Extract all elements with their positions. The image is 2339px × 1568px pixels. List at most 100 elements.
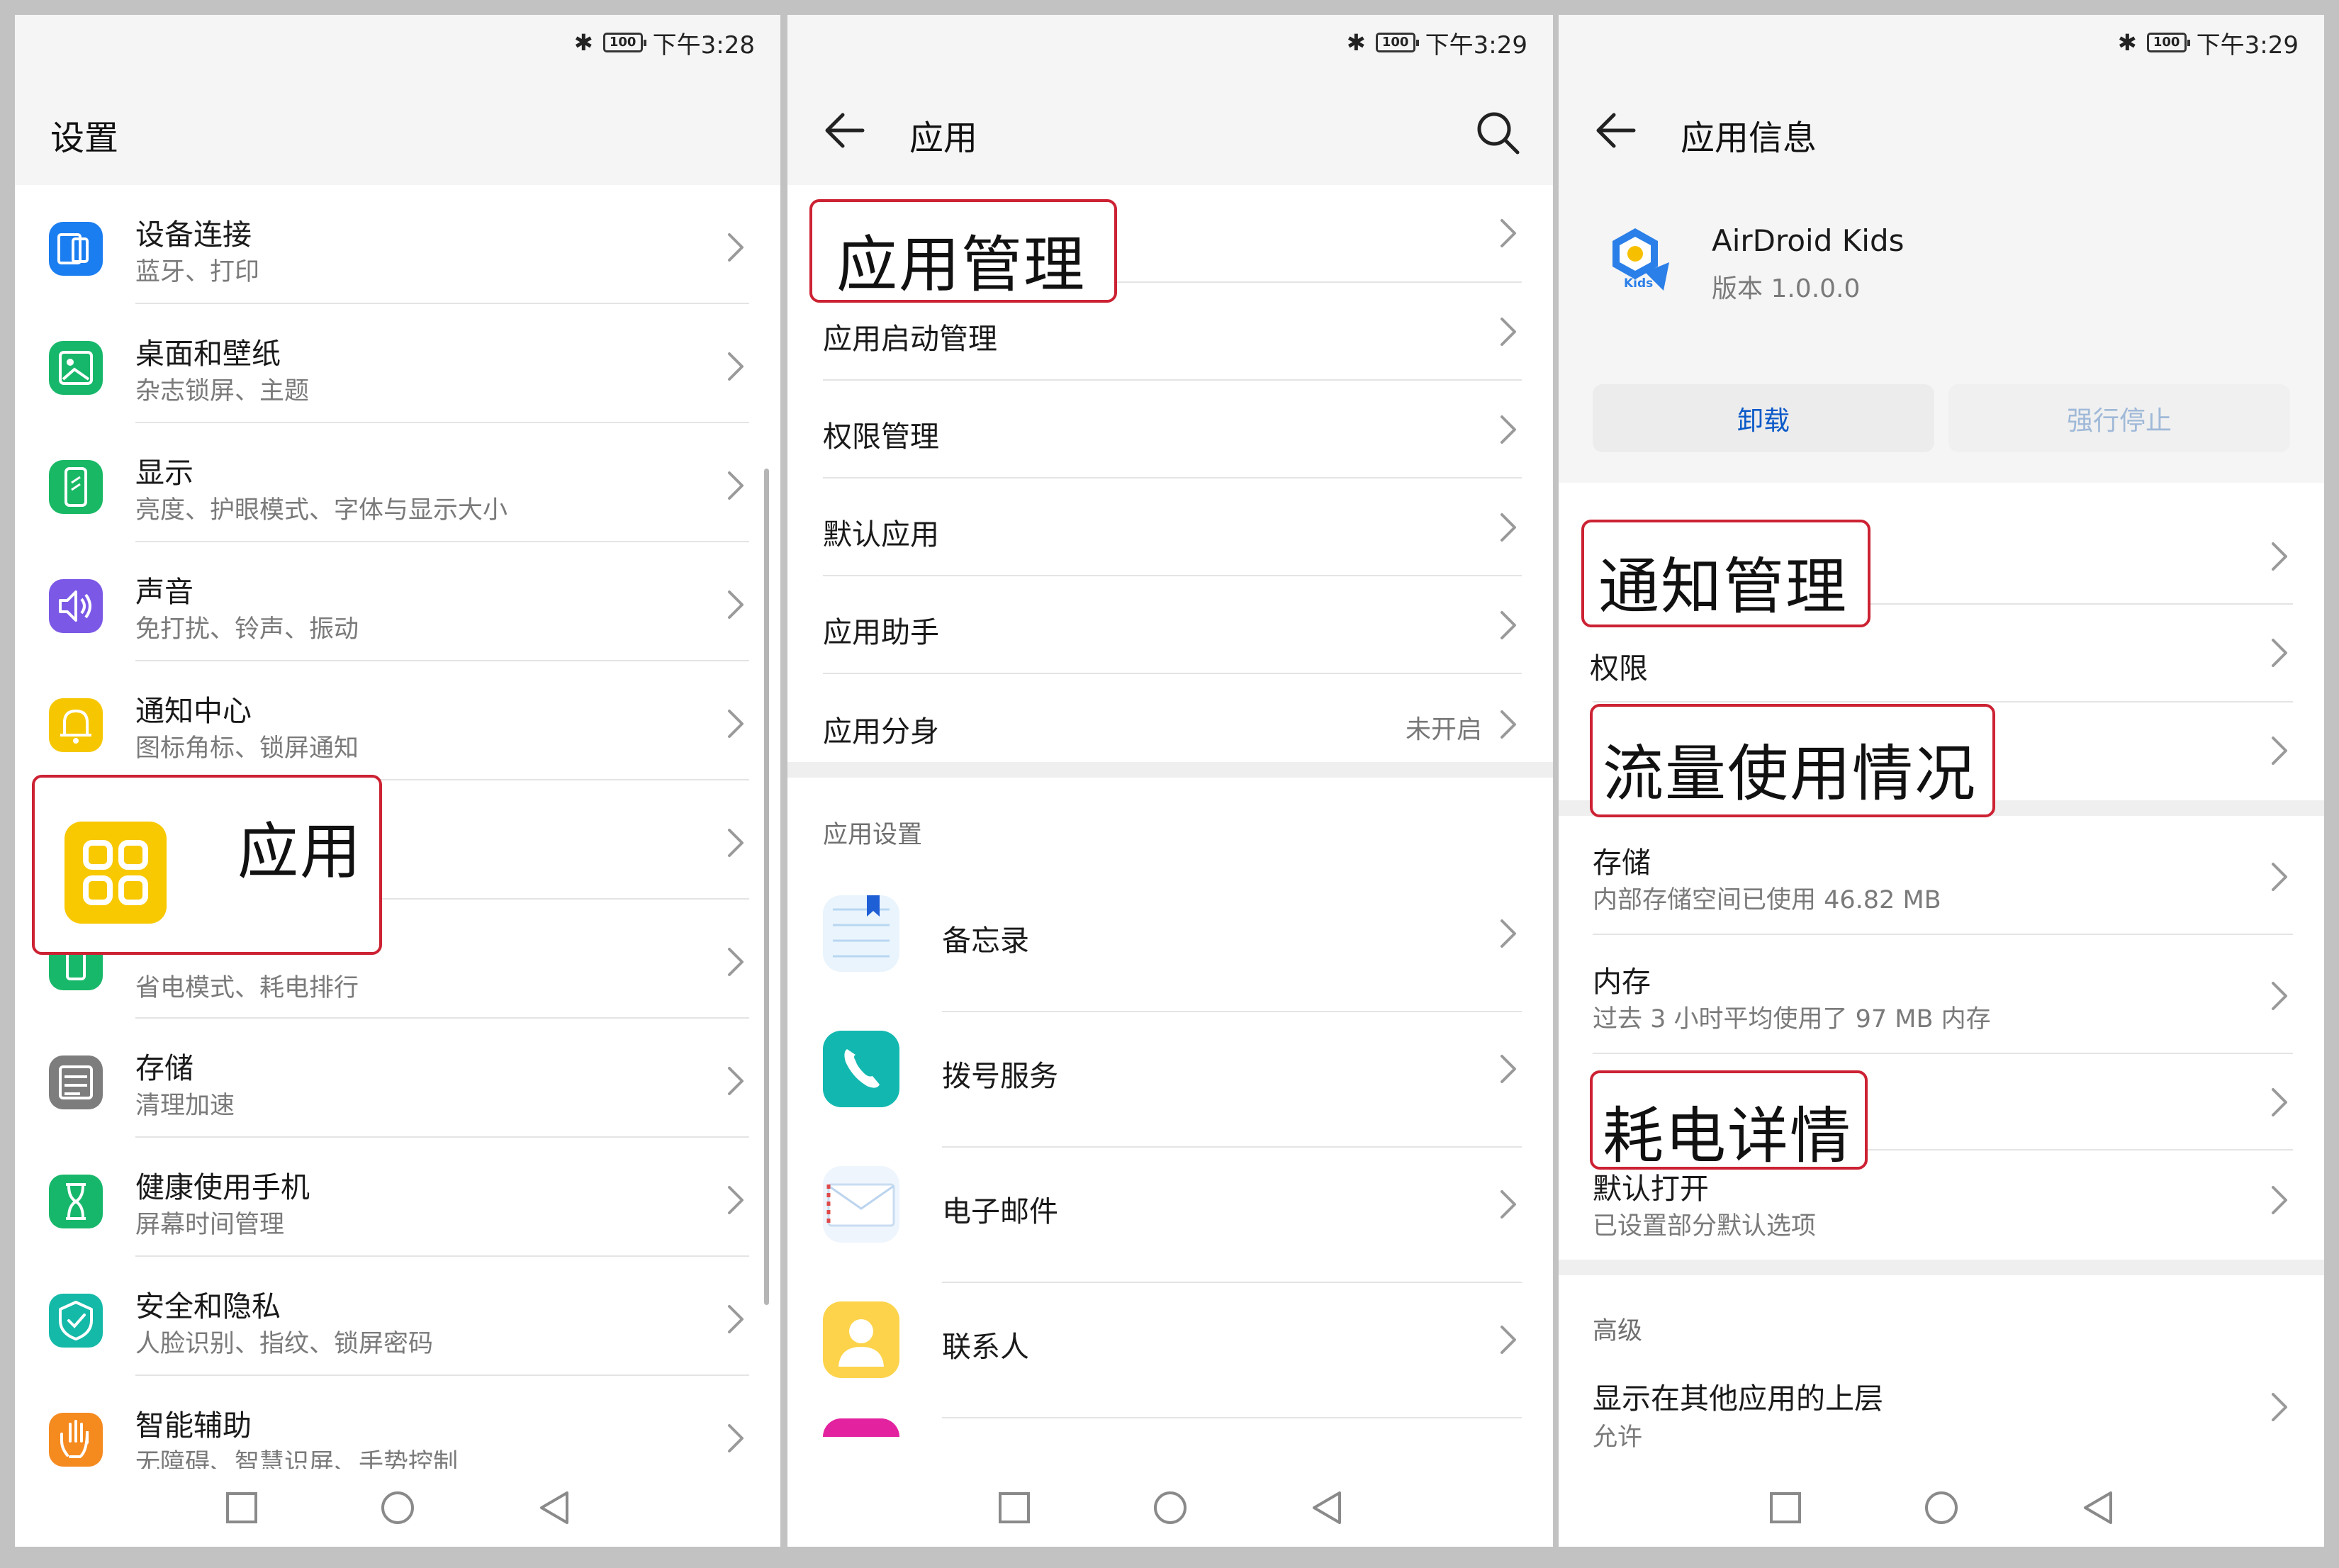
settings-item-title: 健康使用手机: [135, 1170, 310, 1204]
hand-icon: [49, 1413, 103, 1467]
overlay-permission-row[interactable]: 显示在其他应用的上层允许: [1559, 1362, 2324, 1475]
mail-icon: [823, 1166, 899, 1243]
settings-row[interactable]: 通知中心图标角标、锁屏通知: [15, 661, 780, 780]
logo-text: Kids: [1624, 276, 1654, 291]
settings-row[interactable]: 显示 亮度、护眼模式、字体与显示大小: [15, 423, 780, 542]
apps-grid-icon: [64, 822, 167, 924]
display-icon: [49, 460, 103, 514]
scrollbar[interactable]: [764, 469, 769, 1305]
app-summary: Kids AirDroid Kids 版本 1.0.0.0 卸载 强行停止: [1559, 185, 2324, 483]
recent-apps-icon[interactable]: [998, 1491, 1031, 1524]
chevron-right-icon: [1501, 1190, 1516, 1219]
app-list-title: 电子邮件: [942, 1194, 1058, 1228]
back-nav-icon[interactable]: [2081, 1490, 2114, 1525]
app-list-item[interactable]: 备忘录: [787, 877, 1553, 1012]
recent-apps-icon[interactable]: [225, 1491, 258, 1524]
home-icon[interactable]: [1152, 1490, 1188, 1525]
page-title: 应用信息: [1681, 118, 1817, 158]
wallpaper-icon: [49, 341, 103, 395]
recent-apps-icon[interactable]: [1769, 1491, 1802, 1524]
settings-item-subtitle: 人脸识别、指纹、锁屏密码: [135, 1330, 434, 1358]
apps-item-title: 默认应用: [823, 517, 939, 551]
callout-battery-details[interactable]: 耗电详情: [1590, 1070, 1868, 1172]
settings-item-subtitle: 免打扰、铃声、振动: [135, 615, 359, 644]
phone-icon: [823, 1031, 899, 1107]
callout-apps[interactable]: 应用: [32, 775, 382, 955]
app-list-item[interactable]: 联系人: [787, 1283, 1553, 1418]
settings-item-subtitle: 清理加速: [135, 1092, 235, 1120]
contacts-icon: [823, 1301, 899, 1378]
battery-indicator: 100: [602, 33, 646, 52]
overlay-title: 显示在其他应用的上层: [1593, 1382, 1883, 1416]
home-icon[interactable]: [1924, 1490, 1959, 1525]
settings-row[interactable]: 安全和隐私 人脸识别、指纹、锁屏密码: [15, 1257, 780, 1376]
settings-item-title: 智能辅助: [135, 1409, 252, 1443]
chevron-right-icon: [2272, 1088, 2287, 1116]
settings-row[interactable]: 声音免打扰、铃声、振动: [15, 542, 780, 661]
home-icon[interactable]: [380, 1490, 415, 1525]
chevron-right-icon: [728, 1067, 744, 1095]
settings-screen: ✱ 100 下午3:28 设置 设备连接 蓝牙、打印 桌面和壁纸 杂志锁屏、主题 显示亮…: [15, 15, 780, 1547]
back-nav-icon[interactable]: [537, 1490, 570, 1525]
chevron-right-icon: [728, 1305, 744, 1333]
storage-title: 存储: [1593, 846, 1651, 880]
chevron-right-icon: [728, 233, 744, 262]
memory-row[interactable]: 内存 过去 3 小时平均使用了 97 MB 内存: [1559, 935, 2324, 1054]
chevron-right-icon: [2272, 1186, 2287, 1214]
apps-item-title: 应用助手: [823, 615, 939, 649]
storage-row[interactable]: 存储内部存储空间已使用 46.82 MB: [1559, 816, 2324, 935]
settings-item-title: 声音: [135, 575, 193, 609]
settings-item-title: 存储: [135, 1051, 193, 1085]
storage-subtitle: 内部存储空间已使用 46.82 MB: [1593, 886, 1941, 914]
apps-item-title: 应用分身: [823, 715, 939, 749]
callout-app-management[interactable]: 应用管理: [809, 199, 1117, 303]
device-connection-icon: [49, 222, 103, 276]
app-list-title: 备忘录: [942, 924, 1029, 958]
overlay-subtitle: 允许: [1593, 1423, 1643, 1452]
back-nav-icon[interactable]: [1310, 1490, 1342, 1525]
callout-apps-label: 应用: [237, 817, 362, 887]
chevron-right-icon: [1501, 919, 1516, 948]
settings-row[interactable]: 存储 清理加速: [15, 1019, 780, 1138]
settings-row[interactable]: 设备连接 蓝牙、打印: [15, 185, 780, 304]
back-arrow-icon[interactable]: [1594, 112, 1637, 149]
settings-item-subtitle: 屏幕时间管理: [135, 1211, 285, 1239]
chevron-right-icon: [2272, 863, 2287, 891]
settings-row[interactable]: 健康使用手机屏幕时间管理: [15, 1138, 780, 1257]
apps-item-row[interactable]: 应用分身 未开启: [787, 674, 1553, 775]
settings-item-title: 设备连接: [135, 218, 252, 252]
section-header: 应用设置: [823, 821, 923, 849]
app-list-item[interactable]: 拨号服务: [787, 1012, 1553, 1148]
chevron-right-icon: [728, 948, 744, 976]
settings-row[interactable]: 桌面和壁纸 杂志锁屏、主题: [15, 304, 780, 423]
settings-item-subtitle: 杂志锁屏、主题: [135, 377, 310, 405]
hourglass-icon: [49, 1175, 103, 1228]
chevron-right-icon: [728, 829, 744, 857]
settings-item-subtitle: 蓝牙、打印: [135, 258, 260, 286]
force-stop-button[interactable]: 强行停止: [1948, 384, 2290, 452]
callout-data-usage[interactable]: 流量使用情况: [1590, 704, 1995, 817]
chevron-right-icon: [728, 471, 744, 500]
settings-header: 设置: [15, 75, 780, 185]
apps-item-row[interactable]: 应用助手: [787, 576, 1553, 674]
chevron-right-icon: [728, 352, 744, 381]
bluetooth-icon: ✱: [573, 29, 593, 56]
settings-item-title: 通知中心: [135, 694, 252, 728]
settings-item-subtitle: 图标角标、锁屏通知: [135, 734, 359, 763]
apps-item-row[interactable]: 默认应用: [787, 478, 1553, 576]
uninstall-button[interactable]: 卸载: [1593, 384, 1934, 452]
status-bar: ✱ 100 下午3:29: [787, 15, 1553, 75]
search-icon[interactable]: [1475, 110, 1520, 155]
callout-notification-management[interactable]: 通知管理: [1581, 520, 1870, 627]
back-arrow-icon[interactable]: [823, 112, 865, 149]
apps-item-row[interactable]: 权限管理: [787, 381, 1553, 478]
notepad-icon: [823, 895, 899, 972]
callout-data-usage-label: 流量使用情况: [1603, 739, 1977, 810]
nav-bar: [787, 1469, 1553, 1547]
chevron-right-icon: [728, 590, 744, 619]
chevron-right-icon: [1501, 415, 1516, 444]
section-separator: [1559, 1260, 2324, 1275]
app-list-item[interactable]: 电子邮件: [787, 1148, 1553, 1283]
chevron-right-icon: [1501, 1326, 1516, 1354]
default-open-subtitle: 已设置部分默认选项: [1593, 1212, 1817, 1241]
